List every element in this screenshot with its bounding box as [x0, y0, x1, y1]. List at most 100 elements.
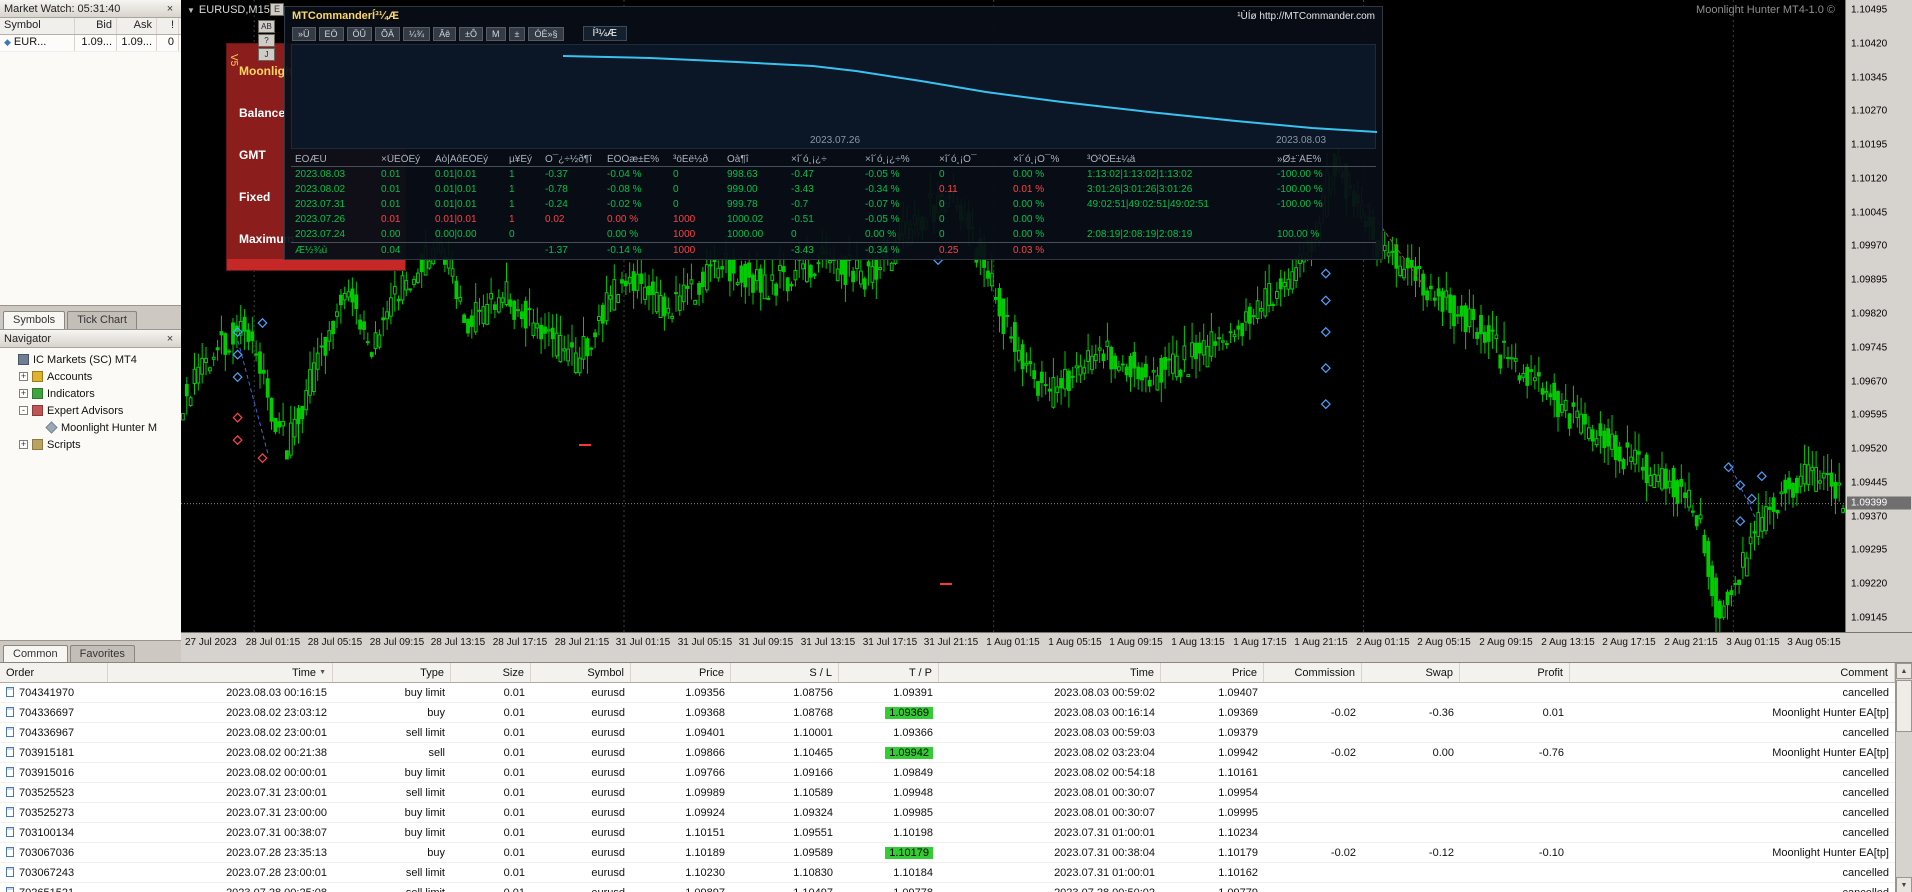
time-label: 2 Aug 05:15	[1417, 637, 1471, 648]
chevron-down-icon[interactable]: ▼	[187, 6, 195, 15]
stat-cell: 1	[509, 169, 515, 180]
history-cell-size: 0.01	[503, 766, 525, 779]
commander-button-item[interactable]: ±Ô	[459, 26, 484, 41]
ea-mini-button-item[interactable]: ?	[258, 34, 275, 47]
expert-toggle-button[interactable]: E	[270, 3, 284, 16]
ea-mini-button-j[interactable]: J	[258, 48, 275, 61]
history-cell-size: 0.01	[503, 846, 525, 859]
commander-button-item[interactable]: ±	[508, 26, 526, 41]
ea-diamond-icon	[45, 421, 58, 434]
market-watch-symbol-row[interactable]: ◆ EUR... 1.09... 1.09... 0	[0, 35, 181, 52]
ea-mini-button-ab[interactable]: AB	[258, 20, 275, 33]
commander-button-item[interactable]: ÓÈ»§	[528, 26, 564, 41]
history-col-price[interactable]: Price	[631, 663, 731, 682]
mtcommander-url[interactable]: ¹ÙÍø http://MTCommander.com	[1237, 11, 1375, 22]
history-col-time[interactable]: Time ▼	[108, 663, 333, 682]
history-col-symbol[interactable]: Symbol	[531, 663, 631, 682]
history-col-swap[interactable]: Swap	[1362, 663, 1460, 682]
commander-button-item[interactable]: ¼¾	[403, 26, 431, 41]
history-row[interactable]: 703525273 2023.07.31 23:00:00 buy limit 0.0…	[0, 803, 1912, 823]
terminal-scrollbar[interactable]: ▲ ▼	[1895, 663, 1912, 892]
history-cell-price: 1.09779	[1161, 887, 1264, 892]
history-col-price[interactable]: Price	[1161, 663, 1264, 682]
history-row[interactable]: 703067036 2023.07.28 23:35:13 buy 0.01 eurus…	[0, 843, 1912, 863]
mw-column-item: !	[157, 18, 179, 34]
stat-cell: 0.00 %	[1013, 169, 1045, 180]
nav-item-indicators[interactable]: + Indicators	[0, 385, 181, 402]
history-col-size[interactable]: Size	[451, 663, 531, 682]
stat-cell: 0.01	[381, 169, 401, 180]
ea-line-gmt: GMT	[239, 148, 266, 162]
history-cell-swap: 0.00	[1432, 746, 1454, 759]
history-cell-type: buy limit	[404, 826, 445, 839]
equity-line	[562, 55, 1378, 133]
history-col-type[interactable]: Type	[333, 663, 451, 682]
history-row[interactable]: 703915016 2023.08.02 00:00:01 buy limit 0.0…	[0, 763, 1912, 783]
history-cell-time: 2023.08.03 00:16:14	[1054, 706, 1155, 719]
price-label: 1.10045	[1851, 207, 1888, 219]
history-row[interactable]: 703525523 2023.07.31 23:00:01 sell limit 0.…	[0, 783, 1912, 803]
commander-button-e[interactable]: EÖ	[318, 26, 344, 41]
market-watch-titlebar: Market Watch: 05:31:40 ×	[0, 0, 181, 18]
history-cell-order: 703100134	[0, 826, 108, 839]
history-row[interactable]: 704341970 2023.08.03 00:16:15 buy limit 0.0…	[0, 683, 1912, 703]
commander-button-item[interactable]: »Ü	[292, 26, 316, 41]
nav-item-scripts[interactable]: + Scripts	[0, 436, 181, 453]
history-row[interactable]: 703067243 2023.07.28 23:00:01 sell limit 0.…	[0, 863, 1912, 883]
commander-button-item[interactable]: ÖÛ	[346, 26, 373, 41]
history-cell-type: sell limit	[405, 726, 445, 739]
history-row[interactable]: 704336967 2023.08.02 23:00:01 sell limit 0.…	[0, 723, 1912, 743]
history-cell-s-l: 1.09166	[793, 766, 833, 779]
history-col-comment[interactable]: Comment	[1570, 663, 1895, 682]
history-cell-s-l: 1.10497	[731, 887, 839, 892]
nav-item-ic-markets-sc-mt4[interactable]: IC Markets (SC) MT4	[0, 351, 181, 368]
close-icon[interactable]: ×	[163, 333, 177, 345]
tab-symbols[interactable]: Symbols	[3, 311, 66, 329]
history-row[interactable]: 702651521 2023.07.28 00:25:08sell limit0.…	[0, 883, 1912, 892]
history-col-time[interactable]: Time	[939, 663, 1161, 682]
nav-item-accounts[interactable]: + Accounts	[0, 368, 181, 385]
tab-common[interactable]: Common	[3, 645, 68, 663]
close-icon[interactable]: ×	[163, 3, 177, 15]
stat-col-header: ×î´ó¸¡Ó¯%	[1013, 153, 1060, 165]
time-label: 2 Aug 01:15	[1356, 637, 1410, 648]
history-col-t-p[interactable]: T / P	[839, 663, 939, 682]
history-col-profit[interactable]: Profit	[1460, 663, 1570, 682]
history-row[interactable]: 704336697 2023.08.02 23:03:12 buy 0.01 eurus…	[0, 703, 1912, 723]
stat-cell: 0.01|0.01	[435, 199, 477, 210]
history-col-order[interactable]: Order	[0, 663, 108, 682]
stat-cell: 0.01	[381, 199, 401, 210]
commander-tab-statistics[interactable]: Í³¼Æ	[582, 26, 627, 41]
time-axis[interactable]: 27 Jul 2023 28 Jul 01:15 28 Jul 05:15 28 Ju…	[181, 632, 1912, 662]
tab-favorites[interactable]: Favorites	[69, 645, 135, 663]
accounts-icon	[32, 371, 43, 382]
history-col-commission[interactable]: Commission	[1264, 663, 1362, 682]
history-cell-price: 1.09379	[1218, 726, 1258, 739]
nav-item-moonlight-hunter-m[interactable]: Moonlight Hunter M	[0, 419, 181, 436]
history-col-s-l[interactable]: S / L	[731, 663, 839, 682]
commander-button-m[interactable]: M	[486, 26, 506, 41]
stat-col-header: ³Ö²ÖÊ±¼ä	[1087, 153, 1136, 165]
tab-tick-chart[interactable]: Tick Chart	[67, 311, 137, 329]
commander-button-item[interactable]: ÕÄ	[375, 26, 401, 41]
order-doc-icon	[6, 786, 14, 797]
history-cell-order: 704336697	[0, 706, 108, 719]
scroll-up-icon[interactable]: ▲	[1896, 663, 1912, 679]
chart-area[interactable]: ▼ EURUSD,M15 E AB? J Moonlight Hunter MT4…	[181, 0, 1845, 632]
tree-expand-icon[interactable]: +	[19, 389, 28, 398]
time-label: 31 Jul 01:15	[615, 637, 671, 648]
nav-item-expert-advisors[interactable]: - Expert Advisors	[0, 402, 181, 419]
price-label: 1.10120	[1851, 173, 1888, 185]
stat-cell: 3:01:26|3:01:26|3:01:26	[1087, 184, 1193, 195]
history-cell-time: 2023.07.31 01:00:01	[1054, 826, 1155, 839]
scroll-thumb[interactable]	[1896, 680, 1912, 732]
scroll-down-icon[interactable]: ▼	[1896, 877, 1912, 892]
tree-expand-icon[interactable]: -	[19, 406, 28, 415]
tree-expand-icon[interactable]: +	[19, 440, 28, 449]
tree-expand-icon[interactable]: +	[19, 372, 28, 381]
commander-button-item[interactable]: Âê	[433, 26, 457, 41]
history-row[interactable]: 703100134 2023.07.31 00:38:07 buy limit 0.0…	[0, 823, 1912, 843]
history-cell-price: 1.10189	[685, 846, 725, 859]
price-scale[interactable]: 1.10495 1.10420 1.10345 1.10270 1.10195 1.101…	[1845, 0, 1912, 632]
history-row[interactable]: 703915181 2023.08.02 00:21:38 sell 0.01 euru…	[0, 743, 1912, 763]
